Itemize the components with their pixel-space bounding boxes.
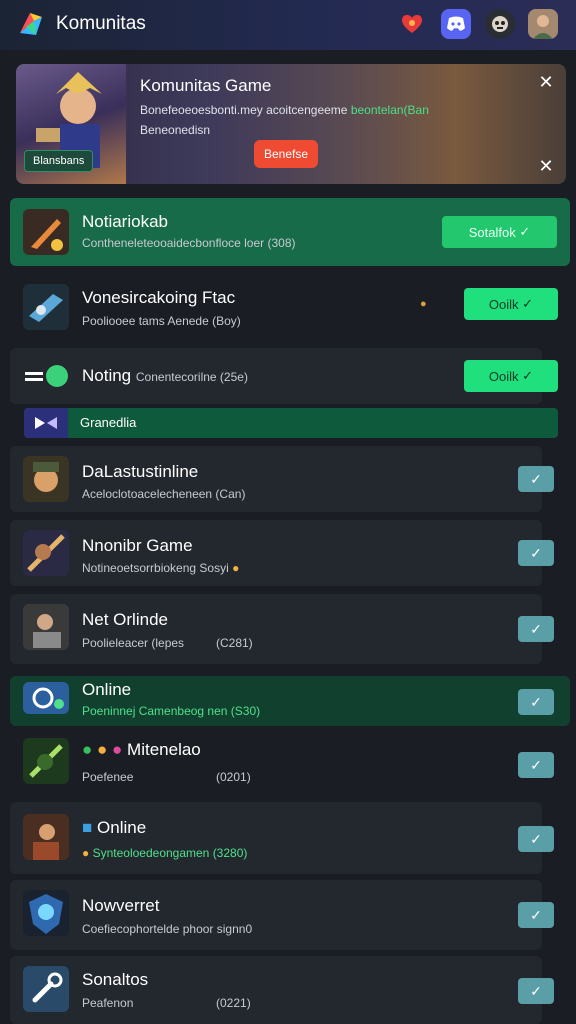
game-icon [23, 284, 69, 330]
coin-icon: ● [82, 846, 90, 860]
list-item[interactable]: Noting Conentecorilne (25e) Ooilk ✓ [10, 348, 558, 404]
list-item-count: (0221) [216, 996, 251, 1010]
checkmark-icon: ✓ [530, 620, 542, 637]
heart-notification-icon[interactable] [397, 9, 427, 39]
list-item[interactable]: Online Poeninnej Camenbeog nen (S30) ✓ [10, 676, 570, 726]
check-button[interactable]: ✓ [518, 540, 554, 566]
banner-title: Komunitas Game [140, 76, 272, 95]
follow-button[interactable]: Sotalfok ✓ [442, 216, 557, 248]
coin-icon: ● [232, 561, 240, 575]
list-item[interactable]: Sonaltos Peafenon (0221) ✓ [10, 956, 554, 1024]
list-item-count: (C281) [216, 636, 253, 650]
wrench-icon [23, 966, 69, 1012]
list-item-title: Sonaltos [82, 970, 149, 989]
user-avatar[interactable] [528, 9, 558, 39]
game-icon [23, 456, 69, 502]
section-icon [24, 408, 68, 438]
list-item-subtitle: Coefiecophortelde phoor signn0 [82, 922, 253, 936]
list-item[interactable]: Nowverret Coefiecophortelde phoor signn0… [10, 880, 554, 950]
list-item-title: DaLastustinline [82, 462, 199, 481]
follow-button-label: Sotalfok [468, 224, 516, 240]
list-item-title: Noting Conentecorilne (25e) [82, 366, 248, 385]
check-button[interactable]: ✓ [518, 752, 554, 778]
list-item-title: Notiariokab [82, 212, 168, 231]
section-label: Granedlia [80, 415, 137, 430]
list-item[interactable]: Net Orlinde Poolieleacer (lepes (C281) ✓ [10, 594, 554, 664]
checkmark-icon: ✓ [530, 830, 542, 847]
list-item[interactable]: ■ Online ● Synteoloedeongamen (3280) ✓ [10, 802, 554, 874]
close-icon[interactable]: ✕ [536, 72, 556, 92]
checkmark-icon: ✓ [522, 296, 534, 311]
check-button[interactable]: ✓ [518, 689, 554, 715]
shield-icon [23, 890, 69, 936]
chat-icon [23, 360, 69, 392]
featured-banner[interactable]: Blansbans Komunitas Game Bonefeoeoesbont… [16, 64, 566, 184]
checkmark-icon: ✓ [519, 224, 531, 239]
list-item-subtitle: Pooliooee tams Aenede (Boy) [82, 314, 241, 328]
list-item-count: (0201) [216, 770, 251, 784]
close-icon[interactable]: ✕ [536, 156, 556, 176]
list-item-subtitle: Peafenon [82, 996, 134, 1010]
list-item-title: Vonesircakoing Ftac [82, 288, 236, 307]
checkmark-icon: ✓ [530, 544, 542, 561]
list-item-subtitle: Poefenee [82, 770, 134, 784]
banner-action-button[interactable]: Benefse [254, 140, 318, 168]
checkmark-icon: ✓ [530, 470, 542, 487]
list-item-title: ● ● ● Mitenelao [82, 740, 201, 759]
checkmark-icon: ✓ [530, 982, 542, 999]
follow-button[interactable]: Ooilk ✓ [464, 288, 558, 320]
check-button[interactable]: ✓ [518, 902, 554, 928]
list-item-subtitle: Poolieleacer (lepes [82, 636, 185, 650]
list-item[interactable]: Nnonibr Game Notineoetsorrbiokeng Sosyi … [10, 520, 554, 586]
list-item-subtitle: Contheneleteooaidecbonfloce loer (308) [82, 236, 296, 250]
app-logo-icon[interactable] [16, 9, 46, 39]
check-button[interactable]: ✓ [518, 826, 554, 852]
status-dot-green-icon: ● [82, 740, 93, 759]
list-item-title: Net Orlinde [82, 610, 168, 629]
pin-icon: ■ [82, 818, 93, 837]
discord-icon [23, 682, 69, 714]
list-item[interactable]: Notiariokab Contheneleteooaidecbonfloce … [10, 198, 570, 266]
checkmark-icon: ✓ [522, 368, 534, 383]
follow-button-label: Ooilk [488, 368, 519, 384]
list-item[interactable]: DaLastustinline Aceloclotoacelecheneen (… [10, 446, 554, 512]
banner-badge: Blansbans [24, 150, 94, 172]
top-bar: Komunitas [0, 0, 576, 50]
checkmark-icon: ✓ [530, 906, 542, 923]
coin-icon: ● [420, 298, 427, 310]
app-title: Komunitas [56, 13, 146, 34]
section-header: Granedlia [24, 408, 558, 438]
list-item-subtitle: Notineoetsorrbiokeng Sosyi ● [82, 561, 240, 575]
mask-avatar-icon[interactable] [485, 9, 515, 39]
check-button[interactable]: ✓ [518, 616, 554, 642]
list-item-subtitle: Poeninnej Camenbeog nen (S30) [82, 704, 261, 718]
list-item-title: Nowverret [82, 896, 160, 915]
list-item-subtitle: Aceloclotoacelecheneen (Can) [82, 487, 246, 501]
banner-description: Bonefeoeoesbonti.mey acoitcengeeme beont… [140, 103, 429, 137]
check-button[interactable]: ✓ [518, 978, 554, 1004]
list-item-title: Nnonibr Game [82, 536, 193, 555]
follow-button[interactable]: Ooilk ✓ [464, 360, 558, 392]
game-icon [23, 530, 69, 576]
list-item-subtitle: ● Synteoloedeongamen (3280) [82, 846, 248, 860]
list-item-title: ■ Online [82, 818, 147, 837]
game-icon [23, 814, 69, 860]
list-item[interactable]: Vonesircakoing Ftac Pooliooee tams Aened… [10, 272, 570, 342]
emoji-icon: ● [97, 740, 108, 759]
checkmark-icon: ✓ [530, 693, 542, 710]
status-dot-pink-icon: ● [112, 740, 123, 759]
check-button[interactable]: ✓ [518, 466, 554, 492]
game-icon [23, 738, 69, 784]
game-icon [23, 604, 69, 650]
game-icon [23, 209, 69, 255]
follow-button-label: Ooilk [488, 296, 519, 312]
discord-icon[interactable] [441, 9, 471, 39]
checkmark-icon: ✓ [530, 756, 542, 773]
list-item-title: Online [82, 680, 132, 699]
list-item[interactable]: ● ● ● Mitenelao Poefenee (0201) ✓ [10, 730, 570, 796]
